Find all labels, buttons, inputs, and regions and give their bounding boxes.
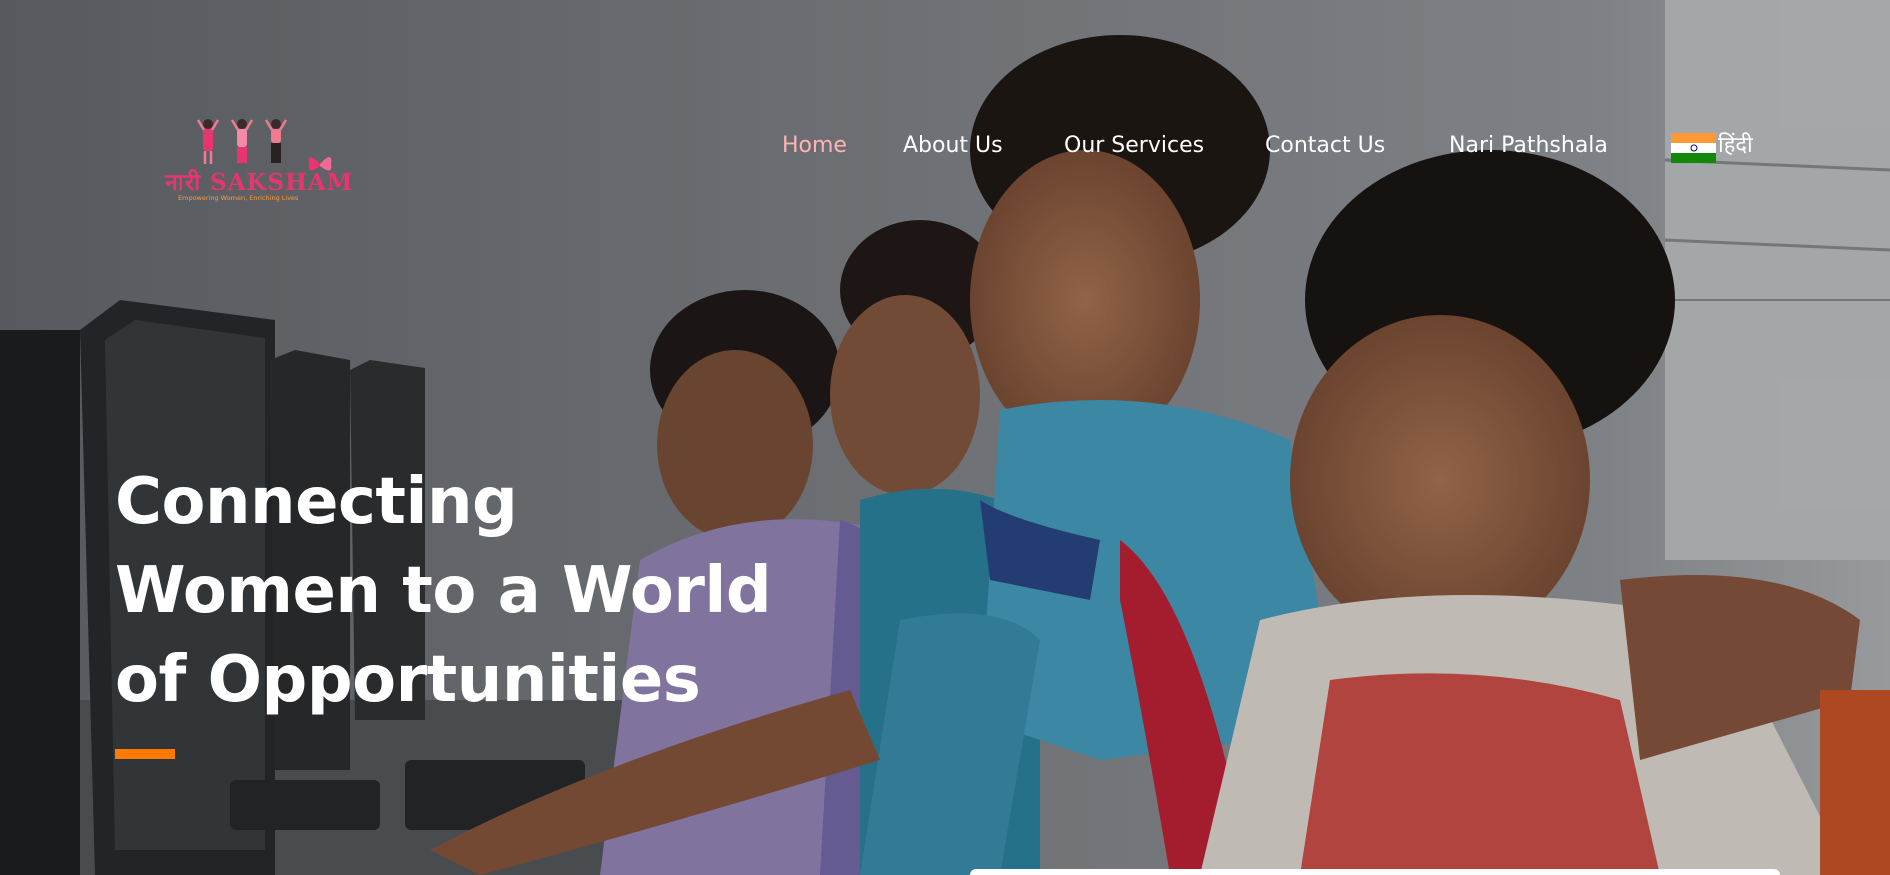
logo-tagline: Empowering Women, Enriching Lives — [178, 194, 299, 202]
nav-item-about-us[interactable]: About Us — [903, 133, 1003, 158]
main-navigation: Home About Us Our Services Contact Us Na… — [0, 133, 1890, 163]
bottom-card-edge — [970, 869, 1780, 875]
hero-section: नारी SAKSHAM Empowering Women, Enriching… — [0, 0, 1890, 875]
language-label: हिंदी — [1718, 133, 1753, 158]
nav-item-home[interactable]: Home — [782, 133, 847, 158]
headline-accent-bar — [115, 749, 175, 759]
hero-headline: Connecting Women to a World of Opportuni… — [115, 458, 835, 725]
language-switcher[interactable]: हिंदी — [1671, 132, 1753, 164]
india-flag-icon — [1671, 133, 1716, 163]
hero-headline-line-1: Connecting — [115, 465, 518, 539]
nav-item-our-services[interactable]: Our Services — [1064, 133, 1204, 158]
hero-headline-line-2: Women to a World — [115, 554, 772, 628]
nav-item-nari-pathshala[interactable]: Nari Pathshala — [1449, 133, 1608, 158]
nav-item-contact-us[interactable]: Contact Us — [1265, 133, 1385, 158]
hero-headline-line-3: of Opportunities — [115, 643, 701, 717]
